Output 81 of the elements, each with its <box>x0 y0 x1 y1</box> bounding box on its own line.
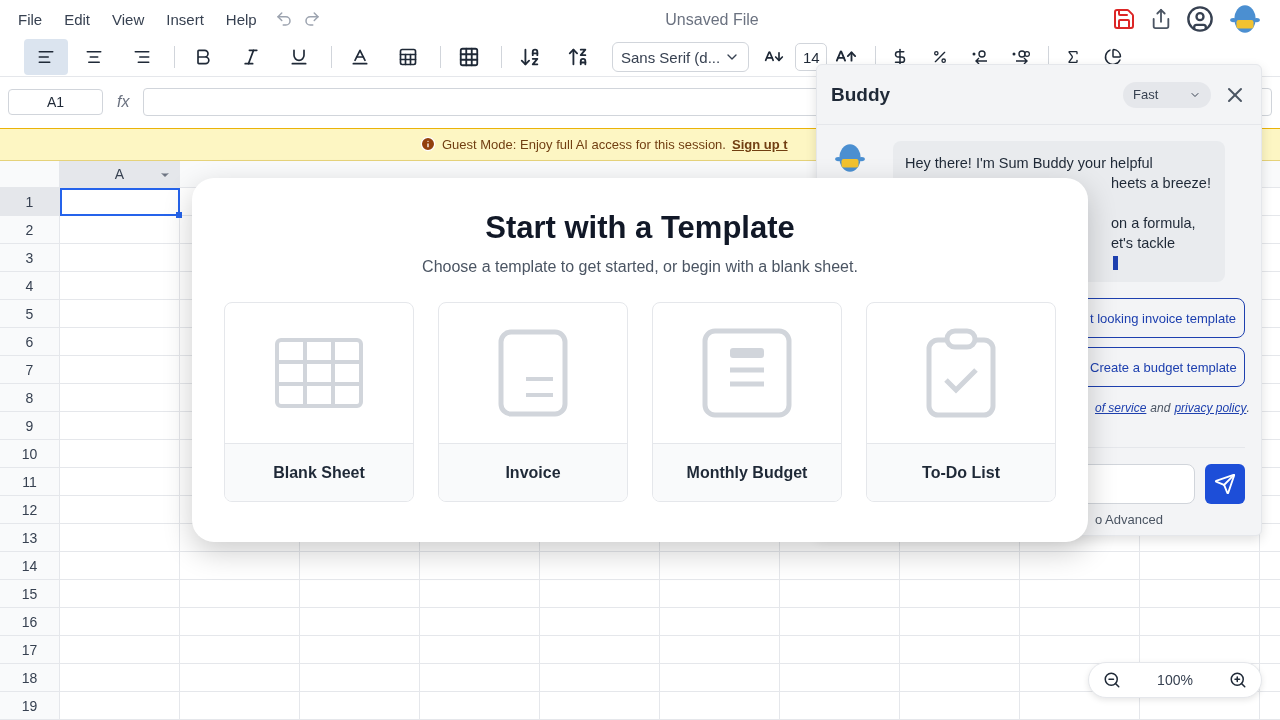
document-title: Unsaved File <box>665 11 759 29</box>
cell-reference-field[interactable]: A1 <box>8 89 103 116</box>
function-label: fx <box>117 93 130 112</box>
dialog-subtitle: Choose a template to get started, or begin with a blank sheet. <box>422 258 858 276</box>
italic-icon <box>241 47 261 68</box>
template-card[interactable]: Blank Sheet <box>224 302 414 502</box>
dialog-title: Start with a Template <box>485 210 795 246</box>
fill-handle[interactable] <box>176 212 182 218</box>
menu-item[interactable]: View <box>112 10 145 28</box>
zoom-out-icon[interactable] <box>1103 671 1121 689</box>
mode-note: o Advanced <box>1094 512 1164 527</box>
menu-item[interactable]: Edit <box>64 10 91 28</box>
row-number: 19 <box>0 692 60 720</box>
message-text: on a formula, <box>1111 214 1196 233</box>
sign-up-link[interactable]: Sign up t <box>731 136 788 152</box>
user-icon <box>1186 5 1214 34</box>
document-icon <box>498 329 568 417</box>
selected-cell[interactable] <box>60 188 180 216</box>
clipboard-check-icon <box>926 328 996 418</box>
terms-text: . <box>1246 401 1250 415</box>
row-number: 18 <box>0 664 60 692</box>
chat-title: Buddy <box>831 83 891 106</box>
row-number: 3 <box>0 244 60 272</box>
info-icon <box>420 136 436 153</box>
row-number: 5 <box>0 300 60 328</box>
increase-decimal-icon <box>1010 50 1031 65</box>
row-number: 6 <box>0 328 60 356</box>
zoom-in-icon[interactable] <box>1229 671 1247 689</box>
row-number: 8 <box>0 384 60 412</box>
text-color-icon <box>350 47 370 68</box>
underline-icon <box>289 47 309 68</box>
redo-icon <box>302 10 321 29</box>
undo-icon <box>274 10 293 29</box>
column-header[interactable]: A <box>60 161 180 188</box>
save-icon <box>1112 7 1136 32</box>
message-text: et's tackle <box>1111 234 1176 253</box>
menu-item[interactable]: File <box>18 10 43 28</box>
banner-text: Guest Mode: Enjoy full AI access for this session. <box>442 136 726 152</box>
row-number: 17 <box>0 636 60 664</box>
message-text: Hey there! I'm Sum Buddy your helpful <box>905 154 1154 173</box>
grid-icon <box>458 46 480 69</box>
template-card[interactable]: Monthly Budget <box>652 302 842 502</box>
corner-cell <box>0 161 60 188</box>
zoom-level: 100% <box>1157 672 1193 688</box>
mascot-icon <box>833 141 867 175</box>
percent-icon <box>932 49 949 66</box>
menu-item[interactable]: Insert <box>166 10 204 28</box>
row-number: 7 <box>0 356 60 384</box>
text-cursor <box>1113 256 1118 270</box>
row-number: 14 <box>0 552 60 580</box>
row-number: 10 <box>0 440 60 468</box>
model-select[interactable]: Fast <box>1123 81 1211 108</box>
message-text: heets a breeze! <box>1111 174 1211 193</box>
send-button[interactable] <box>1205 464 1245 504</box>
terms-link[interactable]: of service <box>1095 401 1147 415</box>
template-label: To-Do List <box>867 444 1055 501</box>
privacy-link[interactable]: privacy policy <box>1174 401 1247 415</box>
document-icon <box>702 328 792 418</box>
template-label: Monthly Budget <box>653 444 841 501</box>
row-number: 11 <box>0 468 60 496</box>
row-number: 2 <box>0 216 60 244</box>
row-number: 13 <box>0 524 60 552</box>
template-card[interactable]: To-Do List <box>866 302 1056 502</box>
row-number: 4 <box>0 272 60 300</box>
row-number: 9 <box>0 412 60 440</box>
share-icon <box>1150 8 1172 31</box>
align-button[interactable] <box>24 39 68 76</box>
row-number: 15 <box>0 580 60 608</box>
row-number: 16 <box>0 608 60 636</box>
row-number: 12 <box>0 496 60 524</box>
row-number: 1 <box>0 188 60 216</box>
table-icon <box>275 338 363 408</box>
template-label: Blank Sheet <box>225 444 413 501</box>
table-icon <box>398 47 418 68</box>
pie-chart-icon <box>1104 48 1123 67</box>
font-select[interactable]: Sans Serif (d... <box>612 42 750 73</box>
template-label: Invoice <box>439 444 627 501</box>
template-card[interactable]: Invoice <box>438 302 628 502</box>
menu-item[interactable]: Help <box>225 10 257 28</box>
terms-text: and <box>1150 401 1171 415</box>
send-icon <box>1214 473 1236 495</box>
